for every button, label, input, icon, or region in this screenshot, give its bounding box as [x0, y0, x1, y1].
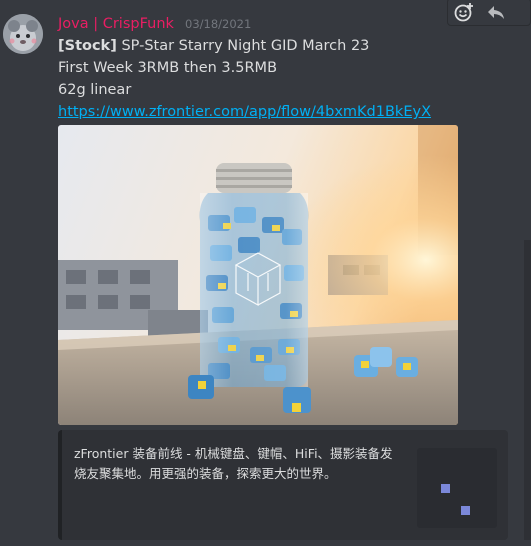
message-toolbar [447, 0, 531, 26]
chat-message: Jova | CrispFunk 03/18/2021 [Stock] SP-S… [0, 0, 531, 546]
message-line-3: 62g linear [58, 82, 132, 98]
link-embed[interactable]: zFrontier 装备前线 - 机械键盘、键帽、HiFi、摄影装备发烧友聚集地… [58, 430, 508, 540]
message-line-2: First Week 3RMB then 3.5RMB [58, 60, 278, 76]
message-line-1: [Stock] SP-Star Starry Night GID March 2… [58, 35, 431, 57]
zfrontier-logo-icon [441, 484, 470, 515]
username[interactable]: Jova | CrispFunk [58, 16, 174, 32]
embed-description: zFrontier 装备前线 - 机械键盘、键帽、HiFi、摄影装备发烧友聚集地… [74, 446, 393, 481]
attached-image[interactable] [58, 125, 458, 425]
timestamp: 03/18/2021 [185, 17, 252, 31]
message-content: [Stock] SP-Star Starry Night GID March 2… [58, 35, 431, 123]
avatar[interactable] [3, 14, 43, 54]
add-reaction-icon [454, 3, 473, 22]
reply-icon [488, 6, 504, 19]
avatar-image [3, 14, 43, 54]
embed-thumbnail[interactable] [417, 448, 497, 528]
reply-button[interactable] [480, 0, 512, 25]
jar-of-keyboard-switches-photo [58, 125, 458, 425]
product-title: SP-Star Starry Night GID March 23 [116, 38, 370, 54]
message-link[interactable]: https://www.zfrontier.com/app/flow/4bxmK… [58, 104, 431, 120]
scrollbar[interactable] [524, 240, 531, 540]
message-header: Jova | CrispFunk 03/18/2021 [58, 13, 251, 32]
add-reaction-button[interactable] [448, 0, 480, 25]
stock-tag: [Stock] [58, 38, 117, 54]
